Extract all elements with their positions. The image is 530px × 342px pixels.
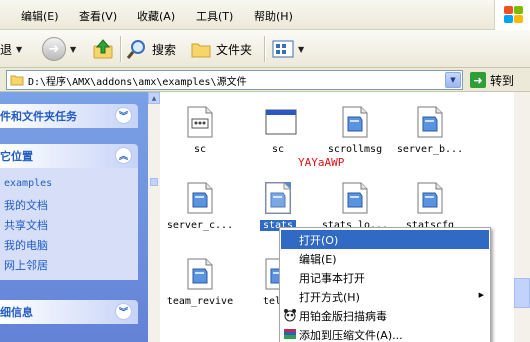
ctx-open-label: 打开(O) (299, 233, 339, 247)
details-title: 细信息 (0, 306, 33, 319)
ctx-open-notepad-label: 用记事本打开 (299, 271, 365, 285)
context-menu: 打开(O) 编辑(E) 用记事本打开 打开方式(H) ▶ 用铂金版扫描病毒 添加… (279, 227, 491, 342)
menu-help[interactable]: 帮助(H) (254, 8, 293, 24)
address-path: D:\程序\AMX\addons\amx\examples\源文件 (28, 76, 247, 88)
ctx-open-notepad[interactable]: 用记事本打开 (281, 268, 489, 287)
ctx-add-archive-label: 添加到压缩文件(A)... (299, 328, 403, 342)
menu-tools[interactable]: 工具(T) (196, 8, 233, 24)
toolbar-separator (120, 36, 121, 62)
file-name: server_c... (166, 220, 234, 231)
file-name: server_b... (396, 144, 464, 155)
task-pane-scrollbar[interactable]: ▲ (148, 92, 160, 342)
submenu-arrow-icon: ▶ (478, 291, 484, 299)
scroll-up-icon[interactable]: ▲ (148, 92, 160, 104)
document-icon (187, 258, 213, 290)
place-examples[interactable]: examples (4, 178, 52, 189)
up-folder-button[interactable] (92, 35, 114, 63)
search-icon (126, 40, 145, 59)
file-name: team_revive (166, 296, 234, 307)
ctx-edit[interactable]: 编辑(E) (281, 249, 489, 268)
file-item[interactable]: scrollmsg (315, 106, 395, 158)
archive-icon (284, 329, 296, 339)
document-icon (342, 106, 368, 138)
scroll-thumb[interactable] (150, 178, 158, 186)
menu-edit[interactable]: 编辑(E) (21, 8, 59, 24)
task-pane: 件和文件夹任务 ︾ 它位置 ︽ examples 我的文档 共享文档 我的电脑 … (0, 92, 148, 342)
place-my-computer[interactable]: 我的电脑 (4, 237, 48, 253)
views-dropdown-icon[interactable]: ▼ (298, 45, 304, 54)
menu-bar: 编辑(E) 查看(V) 收藏(A) 工具(T) 帮助(H) (0, 0, 530, 30)
folders-label: 文件夹 (216, 42, 253, 57)
menu-favorites[interactable]: 收藏(A) (137, 8, 175, 24)
file-item[interactable]: server_b... (390, 106, 470, 158)
file-item[interactable]: sc (160, 106, 240, 158)
other-places-header[interactable]: 它位置 ︽ (0, 144, 138, 168)
ctx-open[interactable]: 打开(O) (281, 230, 489, 249)
window-file-icon (265, 106, 297, 138)
file-area-scrollbar[interactable] (514, 92, 530, 342)
chevron-up-icon[interactable]: ︽ (115, 147, 132, 164)
document-icon (417, 182, 443, 214)
file-tasks-header[interactable]: 件和文件夹任务 ︾ (0, 104, 138, 128)
go-button[interactable]: ➜ 转到 (470, 71, 514, 89)
chevron-down-icon[interactable]: ︾ (115, 107, 132, 124)
forward-arrow-icon: ➜ (42, 37, 66, 61)
chevron-down-icon[interactable]: ︾ (115, 303, 132, 320)
document-icon (265, 182, 291, 214)
back-button[interactable]: 退 ▼ (0, 35, 22, 63)
file-item[interactable]: sc (238, 106, 318, 158)
file-name: sc (193, 144, 207, 155)
address-bar: D:\程序\AMX\addons\amx\examples\源文件 ▼ ➜ 转到 (0, 68, 530, 92)
forward-dropdown-icon[interactable]: ▼ (70, 45, 76, 54)
folder-icon (10, 75, 24, 86)
place-shared-documents[interactable]: 共享文档 (4, 217, 48, 233)
other-places-list: examples 我的文档 共享文档 我的电脑 网上邻居 (0, 168, 138, 280)
windows-logo-icon (494, 0, 530, 30)
ctx-virus-scan[interactable]: 用铂金版扫描病毒 (281, 306, 489, 325)
ctx-open-with-label: 打开方式(H) (299, 290, 360, 304)
file-name: scrollmsg (327, 144, 383, 155)
forward-button[interactable]: ➜ ▼ (42, 35, 76, 63)
address-dropdown-icon[interactable]: ▼ (445, 72, 461, 88)
document-icon (187, 182, 213, 214)
back-dropdown-icon[interactable]: ▼ (16, 45, 22, 54)
document-icon (417, 106, 443, 138)
search-button[interactable]: 搜索 (126, 35, 176, 63)
go-arrow-icon: ➜ (470, 72, 486, 88)
place-network[interactable]: 网上邻居 (4, 257, 48, 273)
views-icon (272, 40, 294, 58)
up-folder-icon (93, 39, 113, 59)
folders-button[interactable]: 文件夹 (190, 35, 252, 63)
document-icon (342, 182, 368, 214)
ctx-add-archive[interactable]: 添加到压缩文件(A)... (281, 325, 489, 342)
ctx-virus-scan-label: 用铂金版扫描病毒 (299, 309, 387, 323)
go-label: 转到 (490, 73, 515, 88)
file-tasks-title: 件和文件夹任务 (0, 110, 77, 123)
place-my-documents[interactable]: 我的文档 (4, 197, 48, 213)
file-item[interactable]: team_revive (160, 258, 240, 310)
details-header[interactable]: 细信息 ︾ (0, 300, 138, 324)
file-item[interactable]: server_c... (160, 182, 240, 234)
menu-view[interactable]: 查看(V) (79, 8, 117, 24)
toolbar-separator (264, 36, 265, 62)
panda-icon (284, 309, 296, 322)
ctx-edit-label: 编辑(E) (299, 252, 337, 266)
toolbar: 退 ▼ ➜ ▼ 搜索 文件夹 ▼ (0, 30, 530, 68)
search-label: 搜索 (152, 42, 177, 57)
address-input[interactable]: D:\程序\AMX\addons\amx\examples\源文件 ▼ (6, 70, 463, 90)
views-button[interactable]: ▼ (272, 35, 304, 63)
other-places-title: 它位置 (0, 150, 33, 163)
dll-file-icon (187, 106, 213, 138)
folder-icon (191, 43, 211, 58)
scroll-thumb[interactable] (514, 278, 530, 308)
file-name: sc (271, 144, 285, 155)
ctx-open-with[interactable]: 打开方式(H) ▶ (281, 287, 489, 306)
back-label: 退 (0, 42, 13, 57)
